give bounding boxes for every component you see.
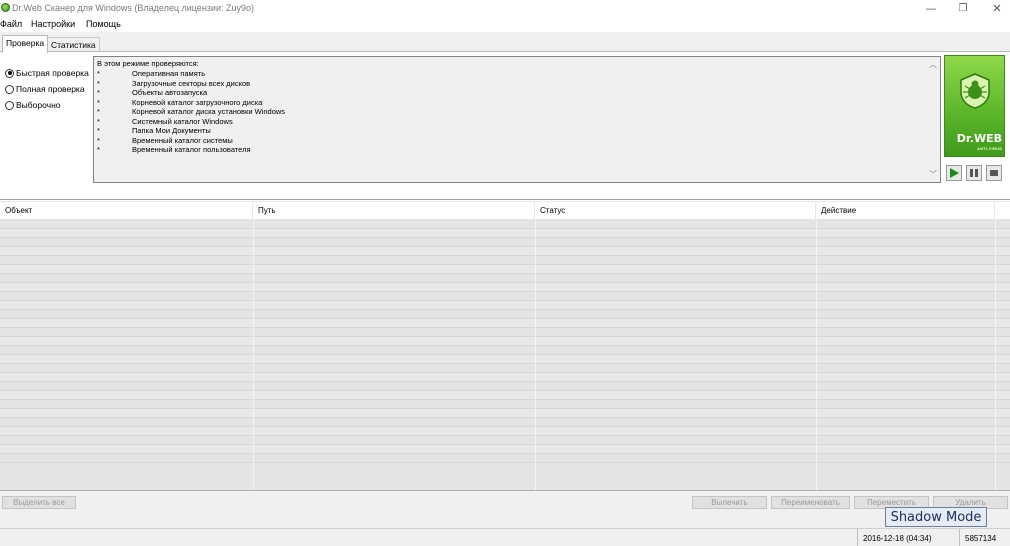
table-row [0, 382, 1010, 391]
description-header: В этом режиме проверяются: [97, 59, 199, 68]
table-row [0, 229, 1010, 238]
table-row [0, 256, 1010, 265]
table-row [0, 418, 1010, 427]
column-status[interactable]: Статус [535, 202, 816, 220]
pause-scan-button[interactable] [966, 165, 982, 181]
table-row [0, 436, 1010, 445]
table-row [0, 265, 1010, 274]
column-object[interactable]: Объект [0, 202, 253, 220]
scroll-down-arrow-icon[interactable]: ﹀ [929, 169, 937, 180]
rename-button[interactable]: Переименовать [771, 496, 850, 509]
spider-shield-icon [960, 73, 990, 109]
window-title: Dr.Web Сканер для Windows (Владелец лице… [12, 3, 254, 13]
tab-statistics[interactable]: Статистика [47, 37, 100, 52]
scan-panel: Быстрая проверка Полная проверка Выбороч… [0, 51, 1010, 199]
radio-button[interactable] [5, 84, 14, 94]
status-number: 5857134 [959, 529, 1010, 546]
radio-label: Быстрая проверка [16, 68, 89, 78]
pause-icon [970, 169, 978, 177]
column-divider [995, 220, 996, 490]
table-row [0, 310, 1010, 319]
column-divider [535, 220, 536, 490]
scroll-up-arrow-icon[interactable]: ︿ [929, 59, 937, 70]
drweb-app-icon [1, 3, 10, 12]
menu-help[interactable]: Помощь [86, 19, 121, 29]
minimize-button[interactable]: — [914, 0, 948, 17]
table-row [0, 400, 1010, 409]
status-datetime: 2016-12-18 (04:34) [857, 529, 959, 546]
shadow-mode-badge: Shadow Mode [885, 507, 987, 527]
drweb-logo: Dr.WEB ANTI-VIRUS [944, 55, 1005, 157]
column-divider [816, 220, 817, 490]
close-button[interactable]: ✕ [980, 0, 1010, 17]
results-table-body[interactable] [0, 220, 1010, 490]
radio-button-checked[interactable] [5, 68, 14, 78]
logo-subtext: ANTI-VIRUS [977, 146, 1002, 151]
table-row [0, 346, 1010, 355]
title-bar: Dr.Web Сканер для Windows (Владелец лице… [0, 0, 1010, 17]
results-table-header: Объект Путь Статус Действие [0, 202, 1010, 220]
table-row [0, 391, 1010, 400]
logo-text: Dr.WEB [956, 132, 1002, 145]
cure-button[interactable]: Вылечить [692, 496, 767, 509]
radio-quick-scan[interactable]: Быстрая проверка [5, 68, 89, 78]
radio-label: Выборочно [16, 100, 61, 110]
action-bar: Выделить все Вылечить Переименовать Пере… [0, 490, 1010, 515]
table-row [0, 328, 1010, 337]
column-divider [253, 220, 254, 490]
radio-custom-scan[interactable]: Выборочно [5, 100, 61, 110]
table-row [0, 427, 1010, 436]
table-row [0, 445, 1010, 454]
menu-file[interactable]: Файл [0, 19, 22, 29]
table-row [0, 274, 1010, 283]
table-row [0, 292, 1010, 301]
menu-settings[interactable]: Настройки [31, 19, 75, 29]
table-row [0, 409, 1010, 418]
radio-button[interactable] [5, 100, 14, 110]
table-row [0, 319, 1010, 328]
radio-full-scan[interactable]: Полная проверка [5, 84, 85, 94]
stop-icon [990, 170, 998, 176]
table-row [0, 454, 1010, 463]
table-row [0, 220, 1010, 229]
stop-scan-button[interactable] [986, 165, 1002, 181]
tab-strip: Проверка Статистика [0, 32, 1010, 53]
column-path[interactable]: Путь [253, 202, 535, 220]
column-action[interactable]: Действие [816, 202, 995, 220]
table-row [0, 337, 1010, 346]
table-row [0, 373, 1010, 382]
table-row [0, 301, 1010, 310]
table-row [0, 355, 1010, 364]
maximize-button[interactable]: ❐ [946, 0, 980, 17]
menu-bar: Файл Настройки Помощь [0, 17, 1010, 32]
table-row [0, 283, 1010, 292]
radio-label: Полная проверка [16, 84, 85, 94]
table-row [0, 364, 1010, 373]
status-bar: 2016-12-18 (04:34) 5857134 [0, 528, 1010, 546]
start-scan-button[interactable] [946, 165, 962, 181]
table-row [0, 238, 1010, 247]
select-all-button[interactable]: Выделить все [2, 496, 76, 509]
scan-description-box[interactable]: В этом режиме проверяются: * Оперативная … [93, 56, 941, 183]
tab-scan[interactable]: Проверка [2, 35, 49, 53]
play-icon [950, 168, 959, 178]
table-row [0, 247, 1010, 256]
